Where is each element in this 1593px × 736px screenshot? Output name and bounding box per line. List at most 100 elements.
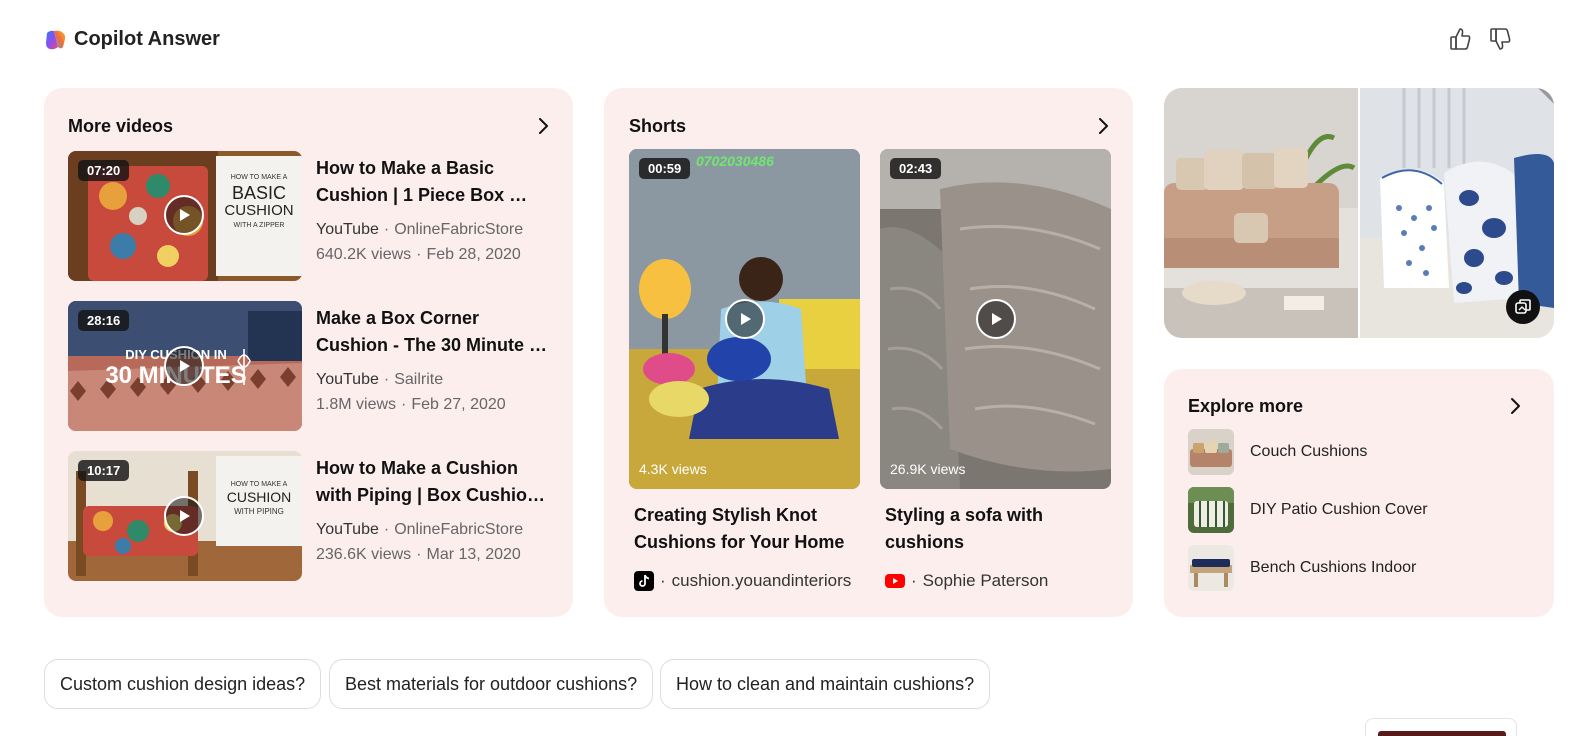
explore-item[interactable]: Couch Cushions [1188, 429, 1518, 475]
video-source: YouTube · Sailrite [316, 371, 443, 389]
video-stats: 236.6K views · Mar 13, 2020 [316, 546, 521, 564]
separator: · [383, 371, 390, 388]
short-duration: 02:43 [890, 158, 942, 179]
short-author: cushion.youandinteriors [671, 571, 852, 590]
video-title[interactable]: How to Make a Cushion with Piping | Box … [316, 455, 548, 509]
video-channel: Sailrite [394, 371, 444, 388]
svg-text:HOW TO MAKE A: HOW TO MAKE A [231, 174, 288, 181]
svg-text:WITH PIPING: WITH PIPING [234, 507, 284, 516]
explore-thumbnail [1188, 487, 1234, 533]
suggestion-chip[interactable]: Best materials for outdoor cushions? [329, 659, 654, 709]
image-results[interactable] [1164, 88, 1554, 338]
youtube-icon [885, 574, 905, 588]
video-title[interactable]: How to Make a Basic Cushion | 1 Piece Bo… [316, 155, 548, 209]
video-duration: 10:17 [78, 460, 130, 481]
play-button[interactable] [164, 346, 204, 386]
explore-more-card: Explore more Couch Cushions DIY Patio Cu… [1164, 369, 1554, 617]
separator: · [383, 521, 390, 538]
video-item[interactable]: HOW TO MAKE A CUSHION WITH PIPING 10:17 … [68, 451, 548, 581]
short-author: Sophie Paterson [922, 571, 1049, 590]
play-button[interactable] [725, 299, 765, 339]
play-icon [741, 313, 751, 325]
play-button[interactable] [164, 496, 204, 536]
video-source: YouTube · OnlineFabricStore [316, 521, 523, 539]
video-channel: OnlineFabricStore [394, 221, 524, 238]
explore-chevron-right-icon[interactable] [1504, 395, 1526, 417]
video-platform: YouTube [316, 221, 379, 238]
video-views: 640.2K views [316, 246, 412, 263]
separator: · [416, 246, 422, 263]
play-icon [180, 360, 190, 372]
short-source: · cushion.youandinteriors [634, 571, 851, 591]
shorts-title: Shorts [629, 116, 687, 136]
explore-item-label: Bench Cushions Indoor [1250, 559, 1417, 576]
video-item[interactable]: HOW TO MAKE A BASIC CUSHION WITH A ZIPPE… [68, 151, 548, 281]
short-watermark: 0702030486 [696, 153, 774, 169]
svg-text:BASIC: BASIC [232, 183, 286, 203]
video-thumbnail[interactable]: DIY CUSHION IN 30 MINUTES 28:16 [68, 301, 302, 431]
play-icon [180, 209, 190, 221]
partial-card [1365, 718, 1517, 736]
separator: · [383, 221, 390, 238]
thumbs-up-button[interactable] [1446, 24, 1474, 54]
explore-item-label: DIY Patio Cushion Cover [1250, 501, 1428, 518]
svg-text:WITH A ZIPPER: WITH A ZIPPER [234, 222, 285, 229]
shorts-chevron-right-icon[interactable] [1092, 115, 1114, 137]
video-platform: YouTube [316, 371, 379, 388]
more-videos-title: More videos [68, 116, 174, 136]
video-date: Mar 13, 2020 [426, 546, 521, 563]
svg-text:CUSHION: CUSHION [224, 202, 293, 219]
page-title: Copilot Answer [74, 28, 220, 50]
explore-item-label: Couch Cushions [1250, 443, 1368, 460]
short-video[interactable]: 00:59 0702030486 4.3K views [629, 149, 860, 489]
copilot-logo-icon [46, 30, 66, 50]
video-thumbnail[interactable]: HOW TO MAKE A BASIC CUSHION WITH A ZIPPE… [68, 151, 302, 281]
thumbs-down-button[interactable] [1486, 24, 1514, 54]
short-views: 4.3K views [639, 461, 707, 477]
thumbs-down-icon [1490, 28, 1511, 50]
tiktok-icon [634, 571, 654, 591]
video-source: YouTube · OnlineFabricStore [316, 221, 523, 239]
short-title[interactable]: Styling a sofa with cushions [885, 502, 1116, 556]
video-views: 236.6K views [316, 546, 412, 563]
video-duration: 28:16 [78, 310, 130, 331]
short-source: · Sophie Paterson [885, 571, 1048, 591]
svg-text:CUSHION: CUSHION [227, 489, 292, 505]
separator: · [416, 546, 422, 563]
short-title[interactable]: Creating Stylish Knot Cushions for Your … [634, 502, 865, 556]
header: Copilot Answer [44, 24, 1554, 56]
short-video[interactable]: 02:43 26.9K views [880, 149, 1111, 489]
video-stats: 1.8M views · Feb 27, 2020 [316, 396, 506, 414]
thumbs-up-icon [1450, 28, 1471, 50]
more-videos-card: More videos HOW TO MAKE A BASIC CUSHION … [44, 88, 573, 617]
svg-text:HOW TO MAKE A: HOW TO MAKE A [231, 481, 288, 488]
video-title[interactable]: Make a Box Corner Cushion - The 30 Minut… [316, 305, 548, 359]
video-thumbnail[interactable]: HOW TO MAKE A CUSHION WITH PIPING 10:17 [68, 451, 302, 581]
video-stats: 640.2K views · Feb 28, 2020 [316, 246, 521, 264]
cushion-images [1164, 88, 1554, 338]
video-date: Feb 28, 2020 [426, 246, 521, 263]
gallery-icon [1515, 299, 1531, 314]
explore-thumbnail [1188, 545, 1234, 591]
separator: · [660, 571, 666, 590]
short-views: 26.9K views [890, 461, 966, 477]
explore-thumbnail [1188, 429, 1234, 475]
separator: · [401, 396, 407, 413]
suggestion-chip[interactable]: How to clean and maintain cushions? [660, 659, 991, 709]
suggestion-chip[interactable]: Custom cushion design ideas? [44, 659, 322, 709]
shorts-card: Shorts 00:59 0702030486 4.3K views Creat… [604, 88, 1133, 617]
short-duration: 00:59 [639, 158, 691, 179]
image-gallery-button[interactable] [1506, 290, 1540, 324]
play-icon [992, 313, 1002, 325]
explore-item[interactable]: Bench Cushions Indoor [1188, 545, 1518, 591]
more-videos-chevron-right-icon[interactable] [532, 115, 554, 137]
explore-title: Explore more [1188, 396, 1304, 416]
video-platform: YouTube [316, 521, 379, 538]
play-icon [180, 510, 190, 522]
play-button[interactable] [976, 299, 1016, 339]
explore-item[interactable]: DIY Patio Cushion Cover [1188, 487, 1518, 533]
video-channel: OnlineFabricStore [394, 521, 524, 538]
play-button[interactable] [164, 195, 204, 235]
video-item[interactable]: DIY CUSHION IN 30 MINUTES 28:16 Make a B… [68, 301, 548, 431]
separator: · [911, 571, 917, 590]
